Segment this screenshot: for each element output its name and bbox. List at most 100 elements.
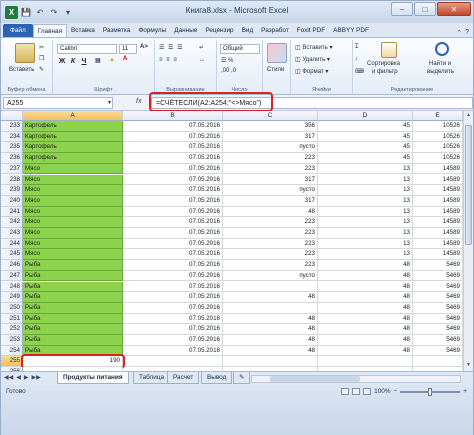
cell-b[interactable]: 07.05.2016 [123, 228, 223, 239]
cell-e[interactable]: 14589 [413, 185, 463, 196]
close-button[interactable]: ✕ [437, 2, 471, 16]
sheet-tab-calc[interactable]: Расчет [167, 372, 200, 384]
cell-e[interactable] [413, 356, 463, 368]
row-header[interactable]: 246 [1, 260, 23, 271]
tab-file[interactable]: Файл [3, 24, 33, 37]
cell-d[interactable]: 45 [318, 142, 413, 154]
row-header[interactable]: 234 [1, 131, 23, 143]
cell-a[interactable]: Рыба [23, 260, 123, 271]
copy-icon[interactable]: ❐ [39, 55, 44, 62]
cell-d[interactable]: 13 [318, 195, 413, 207]
horizontal-scroll-thumb[interactable] [270, 376, 360, 382]
cell-d[interactable]: 48 [318, 345, 413, 357]
cell-b[interactable]: 07.05.2016 [123, 238, 223, 250]
cell-e[interactable]: 5469 [413, 324, 463, 335]
cell-d[interactable]: 13 [318, 217, 413, 228]
insert-function-icon[interactable]: fx [136, 98, 141, 105]
sheet-tab-products[interactable]: Продукты питания [57, 372, 129, 384]
cell-b[interactable]: 07.05.2016 [123, 302, 223, 314]
cell-a[interactable]: Мясо [23, 228, 123, 239]
row-header[interactable]: 247 [1, 270, 23, 282]
tab-foxit[interactable]: Foxit PDF [293, 24, 329, 37]
cell-c[interactable]: 223 [223, 249, 318, 261]
cell-a[interactable]: Картофель [23, 142, 123, 154]
row-header[interactable]: 255 [1, 356, 23, 368]
row-header[interactable]: 251 [1, 313, 23, 325]
row-header[interactable]: 235 [1, 142, 23, 154]
cell-c[interactable]: 317 [223, 174, 318, 186]
delete-cells-button[interactable]: ◫ Удалить ▾ [295, 56, 330, 63]
row-header[interactable]: 237 [1, 163, 23, 175]
cell-e[interactable]: 14589 [413, 228, 463, 239]
cell-e[interactable]: 14589 [413, 174, 463, 186]
column-header-d[interactable]: D [318, 111, 413, 121]
row-header[interactable]: 242 [1, 217, 23, 228]
cell-b[interactable]: 07.05.2016 [123, 121, 223, 132]
cell-c[interactable]: 48 [223, 335, 318, 346]
wrap-text-icon[interactable]: ↵ [199, 44, 204, 51]
cell-e[interactable]: 5469 [413, 260, 463, 271]
styles-icon[interactable] [267, 43, 287, 63]
tab-abbyy[interactable]: ABBYY PDF [329, 24, 373, 37]
cell-c[interactable]: 223 [223, 260, 318, 271]
cell-e[interactable]: 5469 [413, 302, 463, 314]
cell-e[interactable]: 14589 [413, 249, 463, 261]
cell-c[interactable]: 48 [223, 345, 318, 357]
cell-a[interactable]: Мясо [23, 185, 123, 196]
sheet-tab-output[interactable]: Вывод [201, 372, 233, 384]
cell-b[interactable]: 07.05.2016 [123, 163, 223, 175]
cell-a[interactable]: Рыба [23, 302, 123, 314]
name-box-dropdown-icon[interactable]: ▾ [108, 98, 111, 109]
cell-d[interactable]: 48 [318, 260, 413, 271]
cell-d[interactable]: 45 [318, 131, 413, 143]
cell-c[interactable]: 317 [223, 131, 318, 143]
sort-filter-label-2[interactable]: и фильтр [372, 69, 398, 75]
find-select-label-1[interactable]: Найти и [429, 61, 451, 67]
cell-b[interactable]: 07.05.2016 [123, 345, 223, 357]
cell-b[interactable]: 07.05.2016 [123, 270, 223, 282]
cell-b[interactable]: 07.05.2016 [123, 260, 223, 271]
cell-a[interactable]: Рыба [23, 281, 123, 293]
cell-c[interactable]: 223 [223, 228, 318, 239]
cell-d[interactable]: 13 [318, 163, 413, 175]
paste-icon[interactable] [15, 43, 35, 63]
cell-a[interactable]: Картофель [23, 131, 123, 143]
horizontal-align-icons[interactable]: ≡ ≡ ≡ [159, 57, 178, 63]
cell-d[interactable]: 13 [318, 174, 413, 186]
find-select-label-2[interactable]: выделить [427, 69, 454, 75]
underline-button[interactable]: Ч [79, 57, 89, 66]
cell-c[interactable]: 48 [223, 324, 318, 335]
decimal-icons[interactable]: ,00 ,0 [221, 68, 236, 74]
cell-c[interactable]: пусто [223, 185, 318, 196]
tab-home[interactable]: Главная [32, 24, 68, 37]
cell-a[interactable]: Картофель [23, 121, 123, 132]
cell-c[interactable] [223, 302, 318, 314]
cell-e[interactable]: 14589 [413, 195, 463, 207]
cell-c[interactable]: 223 [223, 238, 318, 250]
cell-d[interactable]: 48 [318, 292, 413, 303]
number-format-select[interactable]: Общий [220, 44, 260, 54]
paste-button[interactable]: Вставить [9, 67, 34, 73]
maximize-button[interactable]: □ [414, 2, 436, 16]
cell-b[interactable]: 07.05.2016 [123, 195, 223, 207]
autosum-icon[interactable]: Σ [355, 44, 359, 50]
cell-b[interactable]: 07.05.2016 [123, 185, 223, 196]
cell-a[interactable]: Мясо [23, 206, 123, 218]
minimize-button[interactable]: – [391, 2, 413, 16]
cell-a[interactable]: Рыба [23, 292, 123, 303]
column-header-a[interactable]: A [23, 111, 123, 121]
row-header[interactable]: 248 [1, 281, 23, 293]
cell-e[interactable]: 5469 [413, 281, 463, 293]
cell-c[interactable]: пусто [223, 142, 318, 154]
cell-d[interactable]: 13 [318, 185, 413, 196]
cell-b[interactable]: 07.05.2016 [123, 131, 223, 143]
cell-b[interactable]: 07.05.2016 [123, 335, 223, 346]
tab-developer[interactable]: Разработ [257, 24, 293, 37]
cell-a[interactable]: Мясо [23, 195, 123, 207]
scroll-down-icon[interactable]: ▼ [465, 362, 472, 370]
cell-c[interactable]: 48 [223, 313, 318, 325]
cell-e[interactable]: 10526 [413, 121, 463, 132]
cell-d[interactable]: 48 [318, 335, 413, 346]
cell-d[interactable]: 48 [318, 313, 413, 325]
bold-button[interactable]: Ж [57, 57, 67, 66]
